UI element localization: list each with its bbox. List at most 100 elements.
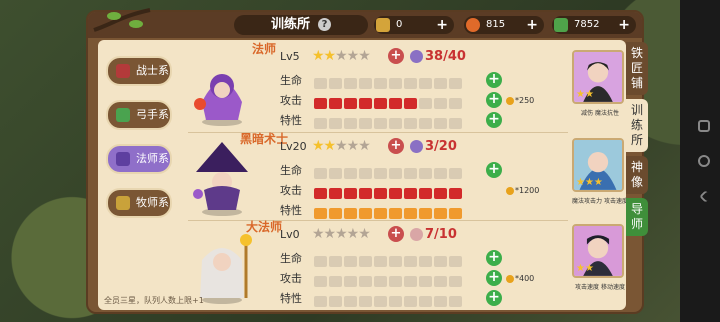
tab-statue[interactable]: 神像 [626,156,648,194]
gold-bar-icon [376,18,390,32]
unit-stars: ★★★★★ [312,138,371,154]
resource-bread: 815 + [464,16,544,34]
coin-icon [506,186,514,195]
unit-row-dark-sorcerer: 黑暗术士 Lv20 ★★★★★ + 3/20 生命 + 攻击 *1200 特性 [188,132,568,219]
add-gold-button[interactable]: + [436,16,448,34]
stat-bar [314,292,464,307]
stat-label: 生命 [280,74,302,87]
unit-level: Lv20 [280,140,307,153]
upgrade-cost: *250 [506,96,534,105]
card-stars: ★★ [576,263,594,274]
stat-bar [314,272,464,287]
upgrade-hp-button[interactable]: + [486,72,502,88]
help-icon[interactable]: ? [318,18,331,31]
unit-level: Lv0 [280,228,300,241]
bread-value: 815 [486,19,506,30]
upgrade-hp-button[interactable]: + [486,250,502,266]
upgrade-attack-button[interactable]: + [486,270,502,286]
upgrade-cost: *400 [506,274,534,283]
upgrade-star-button[interactable]: + [388,226,404,242]
stat-bar [314,74,464,89]
category-label: 战士系 [136,64,169,77]
card-skill-label: 攻击速度 移动速度 [575,284,625,291]
card-skill-label: 魔法攻击力 攻击速度 [572,198,628,205]
stat-bar [314,114,464,129]
cross-icon [116,196,130,210]
fragment-icon [410,140,423,153]
page-title: 训练所? [234,15,368,35]
tab-mentor[interactable]: 导师 [626,198,648,236]
flame-icon [116,152,130,166]
upgrade-cost: *1200 [506,186,539,195]
stat-bar [314,252,464,267]
category-archer[interactable]: 弓手系 [106,100,172,130]
category-label: 牧师系 [136,196,169,209]
upgrade-attack-button[interactable]: + [486,92,502,108]
upgrade-trait-button[interactable]: + [486,290,502,306]
gold-value: 0 [396,19,403,30]
hero-card-2[interactable]: ★★★ [572,138,624,192]
stat-label: 攻击 [280,272,302,285]
helmet-icon [116,64,130,78]
unit-row-mage: 法师 Lv5 ★★★★★ + 38/40 生命 + 攻击 + *250 特性 + [188,42,568,129]
system-nav-bar [680,0,720,322]
fragment-count: 38/40 [410,49,466,64]
card-stars: ★★ [576,89,594,100]
top-bar: 训练所? 0 + 815 + 7852 + [88,8,642,38]
tab-training[interactable]: 训练所 [626,99,648,152]
fragment-count: 3/20 [410,139,457,154]
footer-note: 全员三星，队列人数上限+1 [104,296,204,305]
stat-label: 攻击 [280,184,302,197]
fragment-count: 7/10 [410,227,457,242]
stat-label: 生命 [280,252,302,265]
book-icon [554,18,568,32]
side-tabs: 铁匠铺 训练所 神像 导师 [626,42,648,240]
upgrade-trait-button[interactable]: + [486,112,502,128]
stat-label: 生命 [280,164,302,177]
bow-icon [116,108,130,122]
mage-portrait-icon [194,74,242,126]
training-panel: 训练所? 0 + 815 + 7852 + 战士系 弓手系 法师系 牧师系 法师… [86,8,648,314]
upgrade-hp-button[interactable]: + [486,162,502,178]
add-bread-button[interactable]: + [526,16,538,34]
card-stars: ★★★ [576,177,603,188]
stat-bar [314,94,464,109]
bread-icon [466,18,480,32]
upgrade-star-button[interactable]: + [388,48,404,64]
hero-card-3[interactable]: ★★ [572,224,624,278]
hero-card-1[interactable]: ★★ [572,50,624,104]
page-title-text: 训练所 [270,17,310,32]
category-warrior[interactable]: 战士系 [106,56,172,86]
coin-icon [506,96,514,105]
stat-label: 特性 [280,114,302,127]
unit-level: Lv5 [280,50,300,63]
tab-blacksmith[interactable]: 铁匠铺 [626,42,648,95]
branch-decoration-icon [93,8,151,32]
unit-stars: ★★★★★ [312,226,371,242]
stat-bar [314,164,464,179]
add-book-button[interactable]: + [618,16,630,34]
category-priest[interactable]: 牧师系 [106,188,172,218]
fragment-icon [410,228,423,241]
dark-sorcerer-portrait-icon [193,142,248,216]
back-icon[interactable] [699,190,712,203]
recent-apps-icon[interactable] [698,120,710,132]
book-value: 7852 [574,19,600,30]
upgrade-star-button[interactable]: + [388,138,404,154]
category-label: 法师系 [136,152,169,165]
content-area: 战士系 弓手系 法师系 牧师系 法师 Lv5 ★★★★★ + 38/40 生命 … [98,40,628,310]
archmage-portrait-icon [200,234,252,304]
resource-gold: 0 + [374,16,454,34]
coin-icon [506,274,514,283]
stat-label: 特性 [280,204,302,217]
stat-label: 特性 [280,292,302,305]
fragment-icon [410,50,423,63]
category-label: 弓手系 [136,108,169,121]
class-category-list: 战士系 弓手系 法师系 牧师系 [106,56,172,232]
unit-row-archmage: 大法师 Lv0 ★★★★★ + 7/10 生命 + 攻击 + *400 特性 + [188,220,568,307]
resource-book: 7852 + [552,16,636,34]
stat-bar [314,204,464,219]
category-mage[interactable]: 法师系 [106,144,172,174]
stat-label: 攻击 [280,94,302,107]
home-icon[interactable] [698,155,710,167]
